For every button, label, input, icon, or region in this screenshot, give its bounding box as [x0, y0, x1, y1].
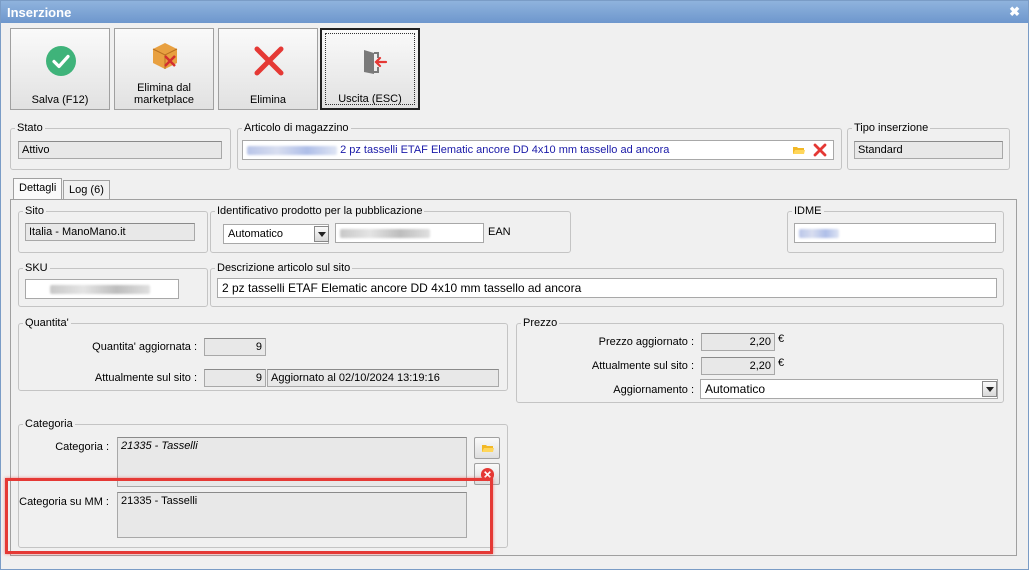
- tipo-legend: Tipo inserzione: [854, 122, 929, 134]
- sito-field: Italia - ManoMano.it: [25, 223, 195, 241]
- descrizione-field[interactable]: 2 pz tasselli ETAF Elematic ancore DD 4x…: [217, 278, 997, 298]
- close-icon[interactable]: ✖: [1009, 4, 1020, 20]
- exit-door-icon: [364, 50, 388, 74]
- aggiornamento-label: Aggiornamento :: [613, 384, 694, 396]
- folder-open-icon: [482, 445, 494, 452]
- quantita-aggiornato-al: Aggiornato al 02/10/2024 13:19:16: [267, 369, 499, 387]
- identificativo-type-label: EAN: [488, 226, 511, 238]
- folder-open-icon[interactable]: [792, 144, 806, 156]
- articolo-code-redacted: [247, 145, 337, 155]
- quantita-sul-sito-field: 9: [204, 369, 266, 387]
- remove-marketplace-label: Elimina dal marketplace: [115, 82, 213, 106]
- box-remove-icon: [152, 43, 178, 69]
- identificativo-value-redacted: [340, 228, 430, 238]
- stato-field: Attivo: [18, 141, 222, 159]
- prezzo-sul-sito-currency: €: [778, 357, 785, 369]
- articolo-description: 2 pz tasselli ETAF Elematic ancore DD 4x…: [340, 144, 670, 156]
- quantita-legend: Quantita': [25, 317, 69, 329]
- exit-label: Uscita (ESC): [338, 93, 402, 105]
- aggiornamento-dropdown-icon[interactable]: [982, 381, 997, 397]
- prezzo-sul-sito-label: Attualmente sul sito :: [591, 360, 694, 372]
- title-bar: Inserzione ✖: [1, 1, 1028, 23]
- sku-legend: SKU: [25, 262, 48, 274]
- prezzo-aggiornato-label: Prezzo aggiornato :: [598, 336, 694, 348]
- delete-button[interactable]: Elimina: [218, 28, 318, 110]
- identificativo-value-field[interactable]: [335, 223, 484, 243]
- articolo-field[interactable]: 2 pz tasselli ETAF Elematic ancore DD 4x…: [242, 140, 834, 160]
- sito-legend: Sito: [25, 205, 44, 217]
- tab-log[interactable]: Log (6): [63, 180, 110, 200]
- categoria-legend: Categoria: [25, 418, 73, 430]
- checkmark-icon: [46, 46, 76, 76]
- highlight-box: [5, 478, 493, 554]
- idme-field[interactable]: [794, 223, 996, 243]
- stato-legend: Stato: [17, 122, 43, 134]
- delete-x-icon: [254, 46, 284, 76]
- save-label: Salva (F12): [31, 94, 89, 106]
- delete-label: Elimina: [249, 94, 287, 106]
- save-button[interactable]: Salva (F12): [10, 28, 110, 110]
- prezzo-aggiornato-currency: €: [778, 333, 785, 345]
- idme-value-redacted: [799, 228, 839, 238]
- exit-button[interactable]: Uscita (ESC): [320, 28, 420, 110]
- descrizione-legend: Descrizione articolo sul sito: [217, 262, 351, 274]
- insertion-window: Inserzione ✖ Salva (F12) Elimina dal mar…: [0, 0, 1029, 570]
- clear-icon[interactable]: [813, 143, 827, 157]
- sku-field[interactable]: [25, 279, 179, 299]
- quantita-aggiornata-field: 9: [204, 338, 266, 356]
- remove-from-marketplace-button[interactable]: Elimina dal marketplace: [114, 28, 214, 110]
- prezzo-aggiornato-field: 2,20: [701, 333, 775, 351]
- prezzo-legend: Prezzo: [523, 317, 558, 329]
- aggiornamento-select[interactable]: Automatico: [700, 379, 998, 399]
- identificativo-legend: Identificativo prodotto per la pubblicaz…: [217, 205, 423, 217]
- categoria-browse-button[interactable]: [474, 437, 500, 459]
- quantita-sul-sito-label: Attualmente sul sito :: [94, 372, 197, 384]
- remove-marketplace-line1: Elimina dal: [137, 82, 191, 94]
- identificativo-dropdown-icon[interactable]: [314, 226, 329, 242]
- categoria-label: Categoria :: [55, 441, 109, 453]
- aggiornamento-select-value: Automatico: [705, 382, 766, 396]
- idme-legend: IDME: [794, 205, 822, 217]
- sku-value-redacted: [50, 284, 150, 294]
- quantita-aggiornata-label: Quantita' aggiornata :: [92, 341, 197, 353]
- articolo-legend: Articolo di magazzino: [244, 122, 349, 134]
- remove-marketplace-line2: marketplace: [134, 94, 194, 106]
- identificativo-select-value: Automatico: [228, 228, 284, 240]
- tab-dettagli[interactable]: Dettagli: [13, 178, 63, 200]
- tipo-field: Standard: [854, 141, 1003, 159]
- window-title: Inserzione: [7, 5, 72, 20]
- prezzo-sul-sito-field: 2,20: [701, 357, 775, 375]
